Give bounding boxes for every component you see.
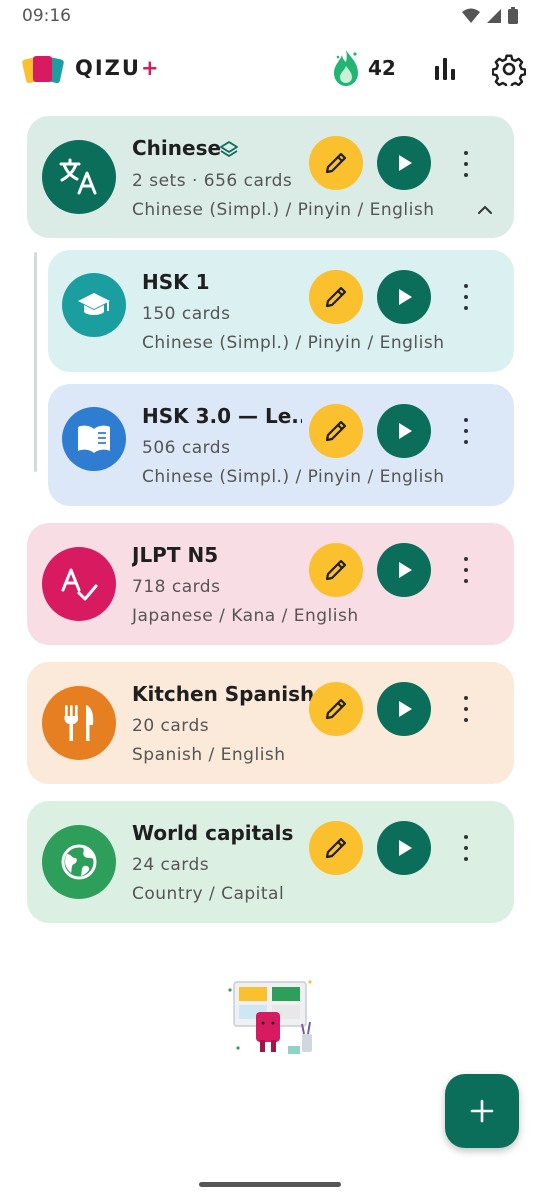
graduation-cap-icon xyxy=(78,293,110,315)
edit-button[interactable] xyxy=(309,270,363,324)
play-button[interactable] xyxy=(377,404,431,458)
deck-title: JLPT N5 xyxy=(132,543,219,567)
play-button[interactable] xyxy=(377,136,431,190)
book-icon xyxy=(78,425,110,453)
pencil-icon xyxy=(325,837,347,859)
pencil-icon xyxy=(325,286,347,308)
deck-languages: Japanese / Kana / English xyxy=(132,606,359,626)
deck-card[interactable]: HSK 3.0 — Le... 506 cards Chinese (Simpl… xyxy=(48,384,514,506)
app-title: QIZU+ xyxy=(75,56,161,80)
edit-button[interactable] xyxy=(309,404,363,458)
deck-avatar xyxy=(62,407,126,471)
more-options-icon[interactable] xyxy=(456,694,476,724)
plus-icon xyxy=(470,1099,494,1123)
play-button[interactable] xyxy=(377,543,431,597)
play-button[interactable] xyxy=(377,821,431,875)
group-tree-line xyxy=(34,252,37,472)
app-name-text: QIZU xyxy=(75,56,141,80)
pencil-icon xyxy=(325,698,347,720)
play-icon xyxy=(399,155,412,171)
deck-title: World capitals xyxy=(132,821,294,845)
chevron-up-icon[interactable] xyxy=(477,204,493,216)
deck-card[interactable]: HSK 1 150 cards Chinese (Simpl.) / Pinyi… xyxy=(48,250,514,372)
status-bar: 09:16 xyxy=(0,0,540,32)
deck-languages: Chinese (Simpl.) / Pinyin / English xyxy=(142,333,445,353)
more-options-icon[interactable] xyxy=(456,555,476,585)
deck-subtitle: 24 cards xyxy=(132,855,210,875)
empty-state-illustration xyxy=(228,980,312,1054)
play-button[interactable] xyxy=(377,682,431,736)
streak-counter[interactable]: 42 xyxy=(330,48,396,88)
deck-avatar xyxy=(42,825,116,899)
deck-subtitle: 506 cards xyxy=(142,438,231,458)
edit-button[interactable] xyxy=(309,136,363,190)
edit-button[interactable] xyxy=(309,682,363,736)
deck-title: HSK 1 xyxy=(142,270,210,294)
play-icon xyxy=(399,423,412,439)
more-options-icon[interactable] xyxy=(456,149,476,179)
spellcheck-icon xyxy=(61,568,98,601)
wifi-icon xyxy=(462,8,480,23)
more-options-icon[interactable] xyxy=(456,833,476,863)
home-indicator[interactable] xyxy=(199,1182,341,1187)
deck-avatar xyxy=(42,686,116,760)
deck-languages: Country / Capital xyxy=(132,884,285,904)
edit-button[interactable] xyxy=(309,543,363,597)
deck-languages: Spanish / English xyxy=(132,745,286,765)
play-button[interactable] xyxy=(377,270,431,324)
deck-subtitle: 2 sets · 656 cards xyxy=(132,171,293,191)
status-icons xyxy=(462,7,518,24)
deck-avatar xyxy=(42,547,116,621)
app-plus-badge: + xyxy=(140,56,161,80)
deck-group-chinese[interactable]: Chinese 2 sets · 656 cards Chinese (Simp… xyxy=(27,116,514,238)
app-logo-icon xyxy=(22,56,64,84)
play-icon xyxy=(399,289,412,305)
more-options-icon[interactable] xyxy=(456,416,476,446)
deck-avatar xyxy=(62,273,126,337)
deck-subtitle: 718 cards xyxy=(132,577,221,597)
layers-icon xyxy=(220,141,238,157)
deck-subtitle: 150 cards xyxy=(142,304,231,324)
deck-card[interactable]: World capitals 24 cards Country / Capita… xyxy=(27,801,514,923)
deck-card[interactable]: JLPT N5 718 cards Japanese / Kana / Engl… xyxy=(27,523,514,645)
settings-gear-icon[interactable] xyxy=(492,52,526,86)
status-time: 09:16 xyxy=(22,6,71,26)
add-deck-button[interactable] xyxy=(445,1074,519,1148)
deck-languages: Chinese (Simpl.) / Pinyin / English xyxy=(142,467,445,487)
deck-languages: Chinese (Simpl.) / Pinyin / English xyxy=(132,200,435,220)
pencil-icon xyxy=(325,420,347,442)
deck-avatar xyxy=(42,140,116,214)
streak-count: 42 xyxy=(368,56,396,80)
deck-title: Kitchen Spanish xyxy=(132,682,315,706)
pencil-icon xyxy=(325,559,347,581)
pencil-icon xyxy=(325,152,347,174)
globe-icon xyxy=(61,844,97,880)
more-options-icon[interactable] xyxy=(456,282,476,312)
stats-icon[interactable] xyxy=(430,54,460,84)
edit-button[interactable] xyxy=(309,821,363,875)
signal-icon xyxy=(487,8,501,23)
play-icon xyxy=(399,840,412,856)
deck-subtitle: 20 cards xyxy=(132,716,210,736)
flame-icon xyxy=(334,50,358,86)
battery-icon xyxy=(508,7,518,24)
play-icon xyxy=(399,701,412,717)
deck-title: HSK 3.0 — Le... xyxy=(142,404,302,428)
app-bar: QIZU+ 42 xyxy=(0,44,540,94)
play-icon xyxy=(399,562,412,578)
deck-card[interactable]: Kitchen Spanish 20 cards Spanish / Engli… xyxy=(27,662,514,784)
utensils-icon xyxy=(64,705,94,741)
translate-icon xyxy=(59,158,97,195)
deck-title: Chinese xyxy=(132,136,222,160)
